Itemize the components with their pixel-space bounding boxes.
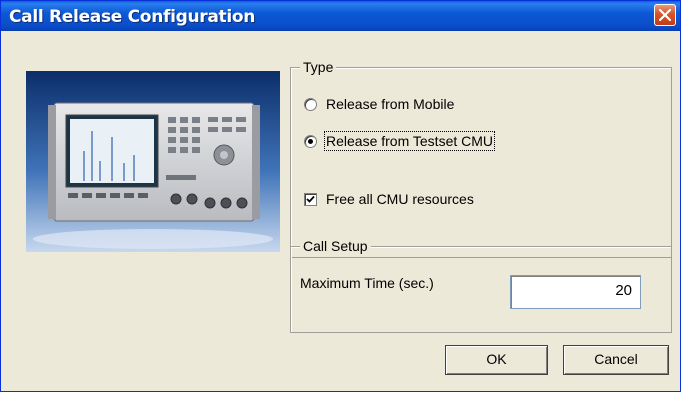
release-from-mobile-radio[interactable] xyxy=(304,98,317,111)
release-from-testset-label[interactable]: Release from Testset CMU xyxy=(323,131,496,151)
title-bar[interactable]: Call Release Configuration xyxy=(1,1,680,31)
close-icon xyxy=(659,9,671,21)
release-from-testset-radio[interactable] xyxy=(304,135,317,148)
free-all-resources-label[interactable]: Free all CMU resources xyxy=(326,191,474,207)
call-setup-group-legend: Call Setup xyxy=(300,238,371,254)
max-time-label: Maximum Time (sec.) xyxy=(300,275,434,291)
cancel-button[interactable]: Cancel xyxy=(563,345,669,375)
type-group-legend: Type xyxy=(300,59,337,75)
dialog-window: Call Release Configuration Type Release … xyxy=(0,0,681,392)
free-all-resources-checkbox[interactable] xyxy=(304,193,317,206)
call-setup-group: Call Setup Maximum Time (sec.) 20 xyxy=(290,238,672,333)
ok-button[interactable]: OK xyxy=(445,345,548,375)
release-from-mobile-label[interactable]: Release from Mobile xyxy=(326,96,454,112)
max-time-input[interactable]: 20 xyxy=(510,275,641,309)
close-button[interactable] xyxy=(654,4,676,26)
dialog-body: Type Release from Mobile Release from Te… xyxy=(4,31,677,388)
type-group: Type Release from Mobile Release from Te… xyxy=(290,59,672,258)
device-image xyxy=(26,71,280,252)
checkmark-icon xyxy=(306,195,315,203)
window-title: Call Release Configuration xyxy=(9,7,256,27)
